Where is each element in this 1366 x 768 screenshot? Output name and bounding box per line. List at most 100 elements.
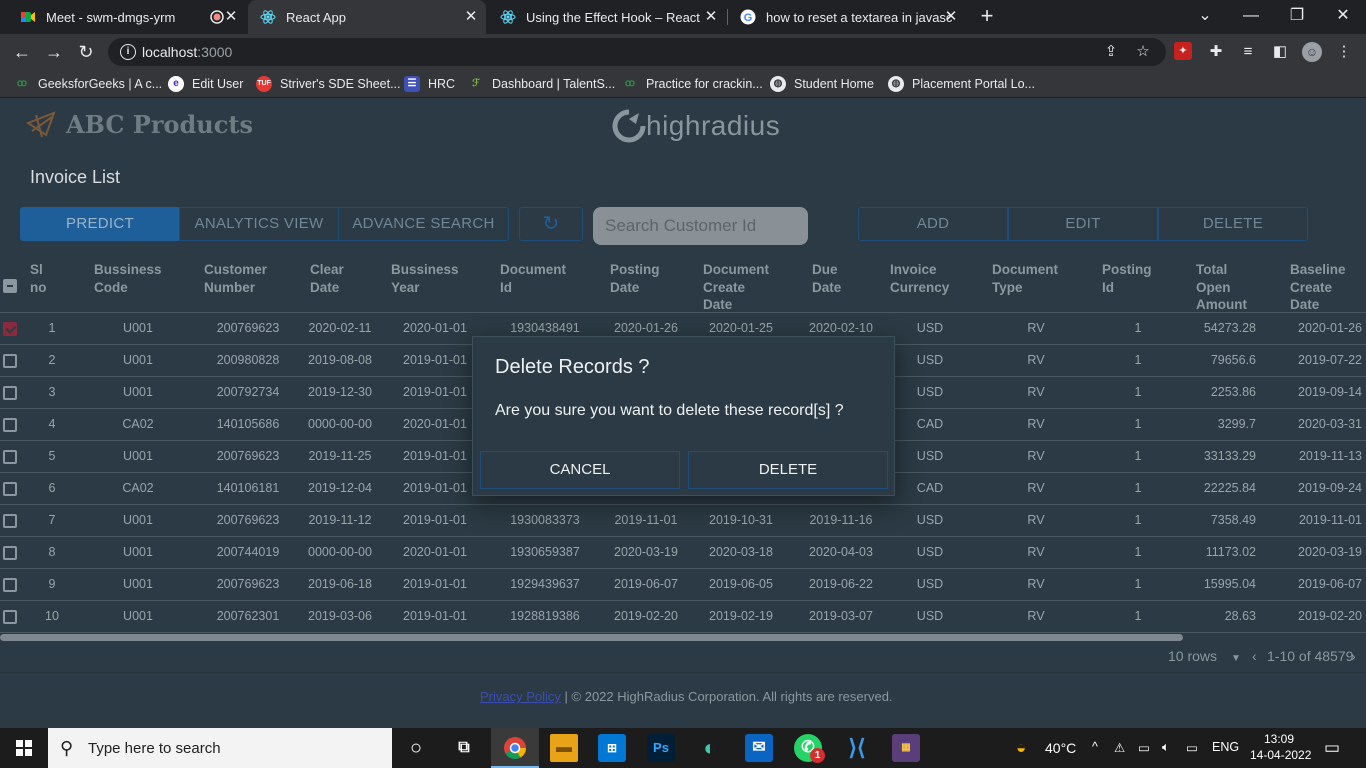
edit-button[interactable]: EDIT [1008, 207, 1158, 241]
network-icon[interactable]: ▭ [1138, 740, 1150, 755]
microsoft-store-icon[interactable]: ⊞ [598, 734, 626, 762]
profile-avatar[interactable]: ☺ [1302, 42, 1322, 62]
column-header[interactable]: Clear Date [310, 261, 344, 296]
privacy-policy-link[interactable]: Privacy Policy [480, 689, 561, 704]
advance-search-button[interactable]: ADVANCE SEARCH [338, 207, 509, 241]
tab-react-app[interactable]: React App ✕ [248, 0, 486, 34]
table-row[interactable]: 9 U001 200769623 2019-06-18 2019-01-01 192943… [0, 569, 1366, 601]
add-button[interactable]: ADD [858, 207, 1008, 241]
volume-icon[interactable]: 🔈︎ [1162, 740, 1170, 755]
notification-center-icon[interactable]: ▭ [1324, 738, 1340, 758]
row-checkbox[interactable] [3, 610, 17, 624]
close-icon[interactable]: ✕ [222, 8, 240, 26]
forward-button[interactable]: → [40, 38, 68, 66]
search-customer-input[interactable]: Search Customer Id [593, 207, 808, 245]
tab-effect-hook[interactable]: Using the Effect Hook – React ✕ [488, 0, 726, 34]
refresh-button[interactable]: ↻ [519, 207, 583, 241]
weather-temp[interactable]: 40°C [1045, 740, 1076, 756]
restore-button[interactable]: ❐ [1274, 0, 1320, 34]
network-alert-icon[interactable]: ⚠ [1114, 740, 1125, 755]
bookmark-edit-user[interactable]: e Edit User [168, 75, 243, 93]
row-checkbox[interactable] [3, 450, 17, 464]
task-view-icon[interactable]: ⧉ [450, 734, 478, 762]
column-header[interactable]: Document Type [992, 261, 1058, 296]
extension-icon[interactable]: ✦ [1174, 42, 1192, 60]
column-header[interactable]: Invoice Currency [890, 261, 949, 296]
photoshop-icon[interactable]: Ps [647, 734, 675, 762]
bookmark-star-icon[interactable]: ☆ [1134, 43, 1152, 61]
row-checkbox[interactable] [3, 354, 17, 368]
menu-icon[interactable]: ⋮ [1334, 42, 1354, 62]
row-checkbox[interactable] [3, 418, 17, 432]
column-header[interactable]: Sl no [30, 261, 47, 296]
cancel-button[interactable]: CANCEL [480, 451, 680, 489]
horizontal-scrollbar[interactable] [0, 634, 1183, 641]
address-bar[interactable]: i localhost:3000 ⇪ ☆ [108, 38, 1166, 66]
edge-icon[interactable]: ◐ [696, 734, 724, 762]
row-checkbox[interactable] [3, 578, 17, 592]
rows-per-page-select[interactable]: 10 rows ▼ [1168, 648, 1241, 664]
reload-button[interactable]: ↻ [72, 38, 100, 66]
bookmark-geeksforgeeks[interactable]: ꝏ GeeksforGeeks | A c... [14, 75, 162, 93]
row-checkbox[interactable] [3, 546, 17, 560]
select-all-checkbox[interactable] [3, 279, 17, 293]
column-header[interactable]: Bussiness Code [94, 261, 162, 296]
table-row[interactable]: 8 U001 200744019 0000-00-00 2020-01-01 193065… [0, 537, 1366, 569]
column-header[interactable]: Baseline Create Date [1290, 261, 1346, 314]
media-control-icon[interactable]: ≡ [1238, 42, 1258, 62]
predict-button[interactable]: PREDICT [20, 207, 180, 241]
column-header[interactable]: Total Open Amount [1196, 261, 1247, 314]
prev-page-button[interactable]: ‹ [1252, 648, 1257, 664]
row-checkbox[interactable] [3, 482, 17, 496]
file-explorer-icon[interactable]: ▬ [550, 734, 578, 762]
column-header[interactable]: Bussiness Year [391, 261, 459, 296]
vscode-icon[interactable]: ⟩⟨ [843, 734, 871, 762]
back-button[interactable]: ← [8, 38, 36, 66]
close-icon[interactable]: ✕ [942, 8, 960, 26]
clock-time[interactable]: 13:09 [1264, 732, 1294, 746]
mail-icon[interactable]: ✉ [745, 734, 773, 762]
row-checkbox[interactable] [3, 322, 17, 336]
column-header[interactable]: Document Id [500, 261, 566, 296]
whatsapp-icon[interactable]: ✆ 1 [794, 734, 825, 763]
bookmark-dashboard-talents[interactable]: ℱ Dashboard | TalentS... [468, 75, 615, 93]
bookmark-hrc[interactable]: ☰ HRC [404, 75, 455, 93]
close-window-button[interactable]: ✕ [1320, 0, 1366, 34]
tab-google-search[interactable]: G how to reset a textarea in javascri ✕ [728, 0, 966, 34]
delete-button[interactable]: DELETE [1158, 207, 1308, 241]
table-row[interactable]: 10 U001 200762301 2019-03-06 2019-01-01 19288… [0, 601, 1366, 633]
taskbar-search[interactable]: ⚲ Type here to search [48, 728, 392, 768]
close-icon[interactable]: ✕ [462, 8, 480, 26]
tab-search-icon[interactable]: ⌄ [1182, 0, 1228, 34]
column-header[interactable]: Posting Date [610, 261, 660, 296]
start-button[interactable] [0, 728, 48, 768]
column-header[interactable]: Document Create Date [703, 261, 769, 314]
confirm-delete-button[interactable]: DELETE [688, 451, 888, 489]
battery-icon[interactable]: ▭ [1186, 740, 1198, 755]
column-header[interactable]: Customer Number [204, 261, 267, 296]
language-indicator[interactable]: ENG [1212, 740, 1239, 754]
bookmark-student-home[interactable]: ◍ Student Home [770, 75, 874, 93]
cortana-icon[interactable]: ○ [402, 734, 430, 762]
side-panel-icon[interactable]: ◧ [1270, 42, 1290, 62]
minimize-button[interactable]: — [1228, 0, 1274, 34]
puzzle-icon[interactable]: ✚ [1206, 42, 1226, 62]
game-icon[interactable]: ▦ [892, 734, 920, 762]
site-info-icon[interactable]: i [120, 44, 136, 60]
new-tab-button[interactable]: + [976, 5, 998, 28]
bookmark-strivers-sheet[interactable]: TUF Striver's SDE Sheet... [256, 75, 400, 93]
next-page-button[interactable]: › [1351, 648, 1356, 664]
clock-date[interactable]: 14-04-2022 [1250, 748, 1311, 762]
show-hidden-icons[interactable]: ^ [1092, 740, 1098, 754]
row-checkbox[interactable] [3, 514, 17, 528]
share-icon[interactable]: ⇪ [1102, 43, 1120, 61]
bookmark-practice[interactable]: ꝏ Practice for crackin... [622, 75, 763, 93]
chrome-taskbar-button[interactable] [491, 728, 539, 768]
tab-meet[interactable]: Meet - swm-dmgs-yrm ✕ [8, 0, 246, 34]
column-header[interactable]: Posting Id [1102, 261, 1152, 296]
bookmark-placement-portal[interactable]: ◍ Placement Portal Lo... [888, 75, 1035, 93]
table-row[interactable]: 7 U001 200769623 2019-11-12 2019-01-01 193008… [0, 505, 1366, 537]
analytics-view-button[interactable]: ANALYTICS VIEW [179, 207, 339, 241]
column-header[interactable]: Due Date [812, 261, 841, 296]
row-checkbox[interactable] [3, 386, 17, 400]
